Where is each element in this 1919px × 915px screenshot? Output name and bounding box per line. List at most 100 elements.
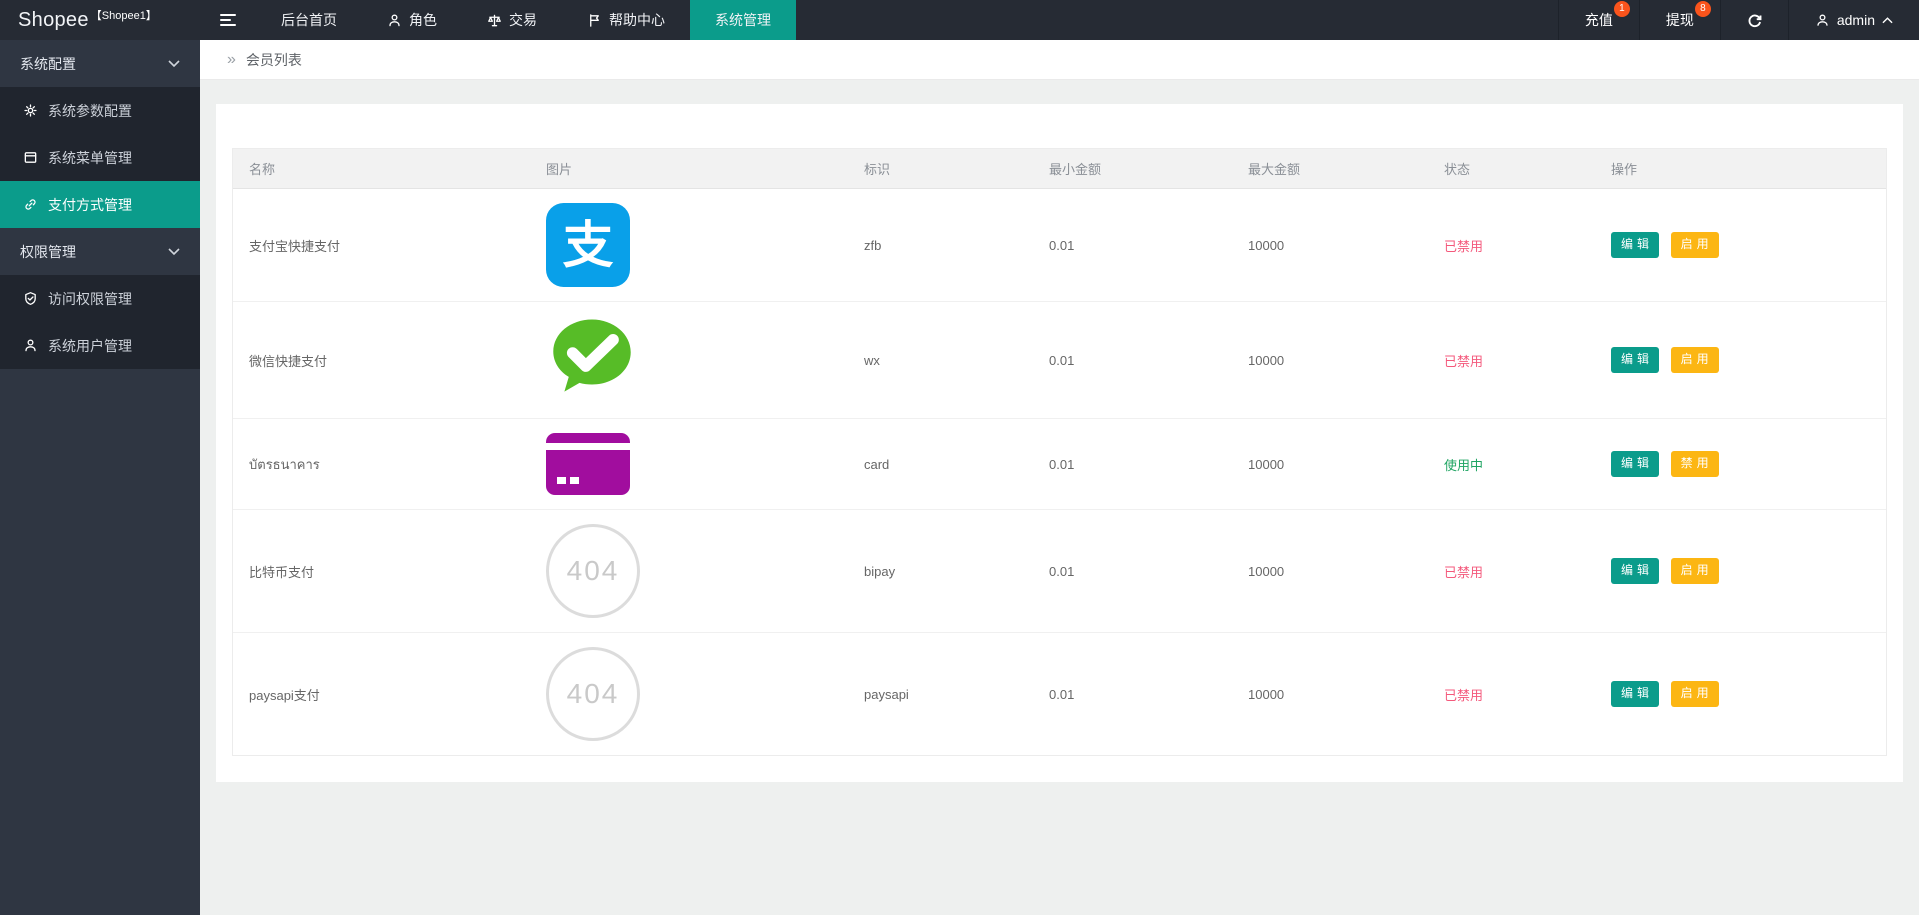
bankcard-icon xyxy=(546,433,848,495)
column-header-7: 操作 xyxy=(1595,159,1886,178)
top-nav-item-system-management[interactable]: 系统管理 xyxy=(690,0,796,40)
column-header-5: 最大金额 xyxy=(1232,159,1428,178)
admin-username: admin xyxy=(1837,12,1875,28)
payment-max-amount: 10000 xyxy=(1232,238,1428,253)
payment-name: 支付宝快捷支付 xyxy=(233,236,530,255)
page-body: 名称图片标识最小金额最大金额状态操作 支付宝快捷支付 支 zfb 0.01 10… xyxy=(200,80,1919,798)
flag-icon xyxy=(587,13,602,28)
payment-min-amount: 0.01 xyxy=(1033,564,1232,579)
payment-max-amount: 10000 xyxy=(1232,687,1428,702)
person-icon xyxy=(387,13,402,28)
column-header-2: 图片 xyxy=(530,159,848,178)
payment-min-amount: 0.01 xyxy=(1033,353,1232,368)
sidebar-group-permission-management[interactable]: 权限管理 xyxy=(0,228,200,275)
image-placeholder-404: 404 xyxy=(546,647,640,741)
breadcrumb-label: 会员列表 xyxy=(246,50,302,70)
user-icon xyxy=(1815,13,1830,28)
top-nav-item-roles[interactable]: 角色 xyxy=(362,0,462,40)
recharge-label: 充值 xyxy=(1585,10,1613,30)
payment-code: wx xyxy=(848,353,1033,368)
sidebar-item-payment-methods[interactable]: 支付方式管理 xyxy=(0,181,200,228)
table-body: 支付宝快捷支付 支 zfb 0.01 10000 已禁用 编辑 启用 微信快捷支… xyxy=(233,189,1886,755)
edit-button[interactable]: 编辑 xyxy=(1611,232,1659,258)
withdraw-nav-item[interactable]: 提现 8 xyxy=(1639,0,1720,40)
toggle-status-button[interactable]: 启用 xyxy=(1671,558,1719,584)
wechat-pay-icon xyxy=(546,316,638,404)
image-placeholder-404: 404 xyxy=(546,524,640,618)
toggle-status-button[interactable]: 启用 xyxy=(1671,347,1719,373)
toggle-status-button[interactable]: 启用 xyxy=(1671,681,1719,707)
payment-image-cell: 404 xyxy=(530,524,848,618)
sidebar-group-system-config[interactable]: 系统配置 xyxy=(0,40,200,87)
person-icon xyxy=(23,338,38,353)
hamburger-icon xyxy=(220,14,236,16)
table-row: 支付宝快捷支付 支 zfb 0.01 10000 已禁用 编辑 启用 xyxy=(233,189,1886,302)
breadcrumb: » 会员列表 xyxy=(200,40,1919,80)
main-content: » 会员列表 名称图片标识最小金额最大金额状态操作 支付宝快捷支付 支 zfb … xyxy=(200,0,1919,798)
sidebar-item-system-menus[interactable]: 系统菜单管理 xyxy=(0,134,200,181)
payment-min-amount: 0.01 xyxy=(1033,238,1232,253)
payment-name: paysapi支付 xyxy=(233,685,530,704)
shield-icon xyxy=(23,291,38,306)
column-header-4: 最小金额 xyxy=(1033,159,1232,178)
brand-name: Shopee xyxy=(18,9,89,32)
recharge-nav-item[interactable]: 充值 1 xyxy=(1558,0,1639,40)
sidebar-item-access-permissions[interactable]: 访问权限管理 xyxy=(0,275,200,322)
payment-actions: 编辑 禁用 xyxy=(1595,451,1886,477)
payment-methods-table: 名称图片标识最小金额最大金额状态操作 支付宝快捷支付 支 zfb 0.01 10… xyxy=(232,148,1887,756)
payment-max-amount: 10000 xyxy=(1232,457,1428,472)
payment-status: 已禁用 xyxy=(1428,351,1595,370)
payment-status: 已禁用 xyxy=(1428,562,1595,581)
withdraw-label: 提现 xyxy=(1666,10,1694,30)
gear-icon xyxy=(23,103,38,118)
top-nav-item-dashboard[interactable]: 后台首页 xyxy=(256,0,362,40)
top-nav-item-help-center[interactable]: 帮助中心 xyxy=(562,0,690,40)
payment-image-cell: 404 xyxy=(530,647,848,741)
chevron-down-icon xyxy=(168,60,180,68)
column-header-3: 标识 xyxy=(848,159,1033,178)
admin-user-menu[interactable]: admin xyxy=(1788,0,1919,40)
payment-min-amount: 0.01 xyxy=(1033,457,1232,472)
payment-name: 比特币支付 xyxy=(233,562,530,581)
wechat-icon xyxy=(546,316,848,404)
payment-min-amount: 0.01 xyxy=(1033,687,1232,702)
sidebar: 系统配置 系统参数配置 系统菜单管理 支付方式管理 权限管理 访问权限管理 系统… xyxy=(0,40,200,915)
edit-button[interactable]: 编辑 xyxy=(1611,558,1659,584)
payment-max-amount: 10000 xyxy=(1232,564,1428,579)
payment-code: paysapi xyxy=(848,687,1033,702)
table-header-row: 名称图片标识最小金额最大金额状态操作 xyxy=(233,149,1886,189)
toggle-status-button[interactable]: 启用 xyxy=(1671,232,1719,258)
payment-code: zfb xyxy=(848,238,1033,253)
payment-name: 微信快捷支付 xyxy=(233,351,530,370)
window-icon xyxy=(23,150,38,165)
payment-image-cell xyxy=(530,316,848,404)
payment-actions: 编辑 启用 xyxy=(1595,681,1886,707)
brand-suffix: 【Shopee1】 xyxy=(91,7,157,23)
brand-logo[interactable]: Shopee 【Shopee1】 xyxy=(0,0,200,40)
table-row: บัตรธนาคาร card 0.01 10000 使用中 编辑 禁用 xyxy=(233,419,1886,510)
payment-actions: 编辑 启用 xyxy=(1595,232,1886,258)
payment-code: bipay xyxy=(848,564,1033,579)
refresh-button[interactable] xyxy=(1720,0,1788,40)
table-row: paysapi支付 404 paysapi 0.01 10000 已禁用 编辑 … xyxy=(233,633,1886,755)
top-nav-item-trade[interactable]: 交易 xyxy=(462,0,562,40)
edit-button[interactable]: 编辑 xyxy=(1611,347,1659,373)
scales-icon xyxy=(487,13,502,28)
payment-max-amount: 10000 xyxy=(1232,353,1428,368)
withdraw-badge: 8 xyxy=(1695,1,1711,17)
svg-text:支: 支 xyxy=(563,216,614,275)
breadcrumb-chevrons-icon: » xyxy=(227,52,236,68)
bank-card-icon xyxy=(546,433,630,495)
payment-image-cell xyxy=(530,433,848,495)
sidebar-toggle-button[interactable] xyxy=(200,0,256,40)
column-header-6: 状态 xyxy=(1428,159,1595,178)
refresh-icon xyxy=(1747,13,1762,28)
sidebar-item-system-params[interactable]: 系统参数配置 xyxy=(0,87,200,134)
toggle-status-button[interactable]: 禁用 xyxy=(1671,451,1719,477)
edit-button[interactable]: 编辑 xyxy=(1611,451,1659,477)
edit-button[interactable]: 编辑 xyxy=(1611,681,1659,707)
top-bar: Shopee 【Shopee1】 后台首页 角色 交易 帮助中心 系统管理 充值… xyxy=(0,0,1919,40)
sidebar-item-system-users[interactable]: 系统用户管理 xyxy=(0,322,200,369)
recharge-badge: 1 xyxy=(1614,1,1630,17)
alipay-icon: 支 xyxy=(546,203,630,287)
